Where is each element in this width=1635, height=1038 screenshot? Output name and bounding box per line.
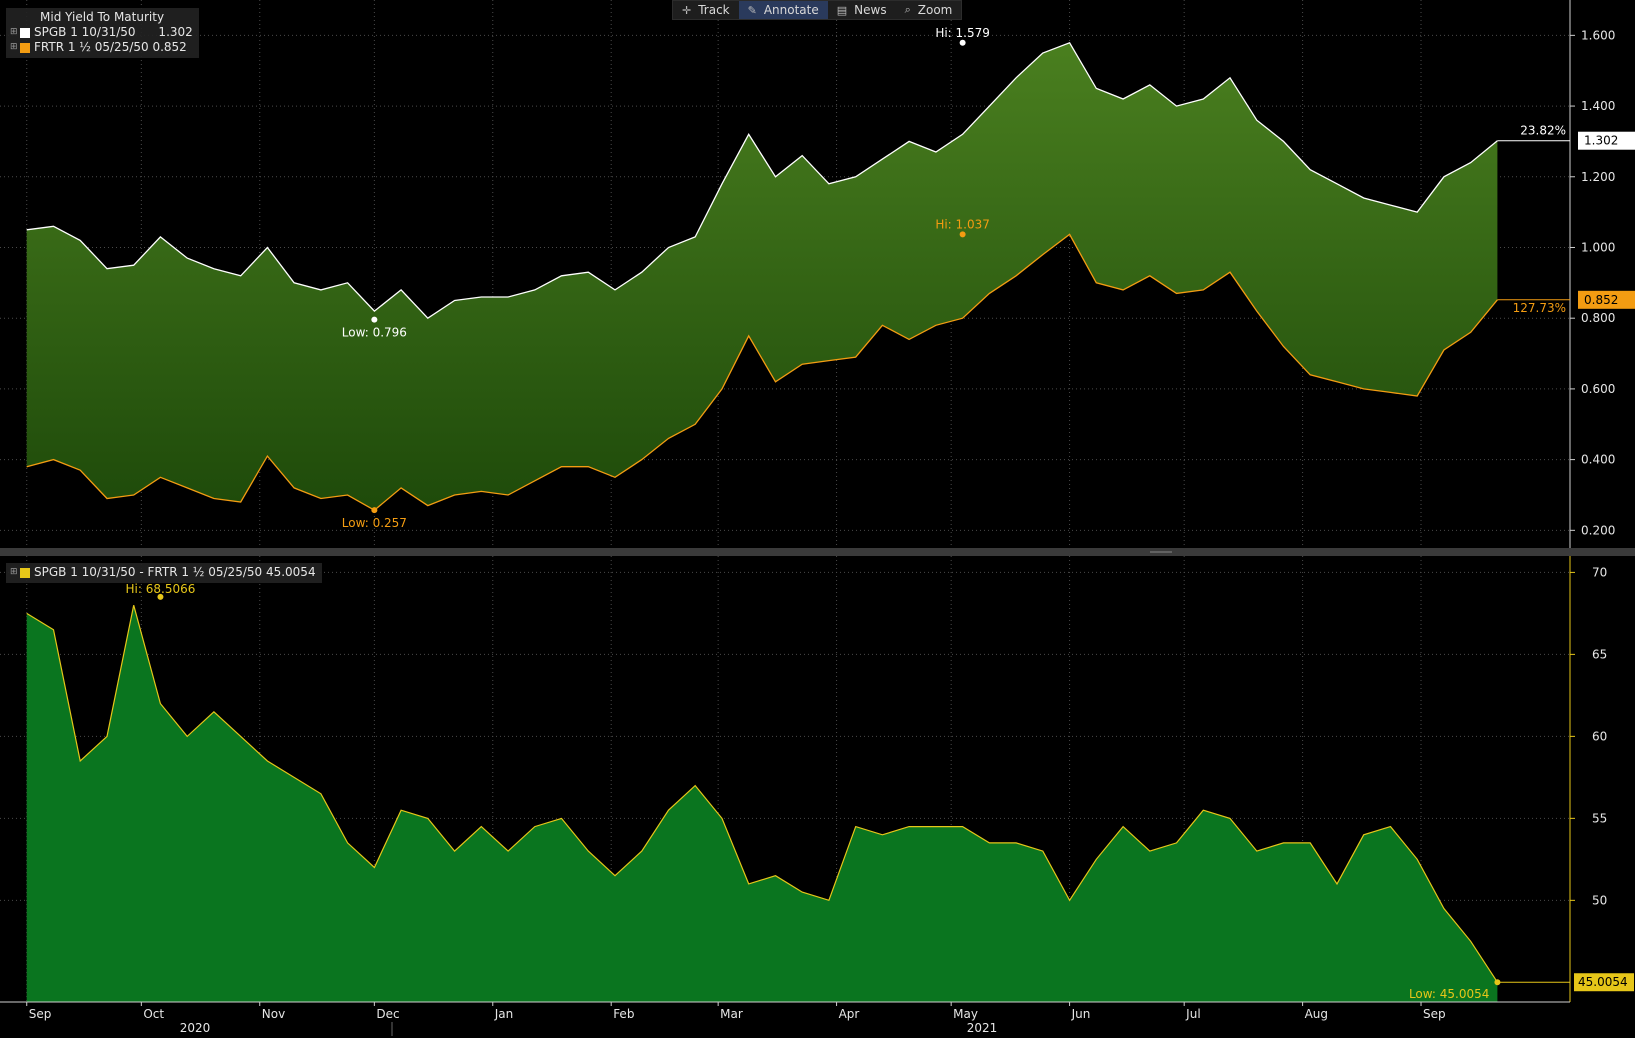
yield-chart[interactable]: Hi: 1.579 Low: 0.796 Hi: 1.037 Low: 0.257 Hi… [0, 0, 1635, 1038]
x-axis: Sep Oct Nov Dec Jan Feb Mar Apr May Jun Jul Aug Sep 2… [0, 1001, 1570, 1036]
x-tick-label: Dec [376, 1007, 399, 1021]
value-badge-text: 0.852 [1584, 293, 1618, 307]
crosshair-icon: ✛ [682, 3, 692, 17]
annotation-marker [371, 316, 378, 323]
spread-area [26, 605, 1498, 1002]
expand-icon[interactable]: ⊞ [10, 25, 20, 40]
x-tick-label: Jul [1185, 1007, 1200, 1021]
track-button[interactable]: ✛ Track [673, 1, 739, 19]
x-tick-label: Jun [1071, 1007, 1091, 1021]
change-pct-label: 23.82% [1520, 124, 1566, 138]
news-label: News [854, 3, 887, 17]
annotation-label: Hi: 1.037 [935, 217, 990, 231]
y-tick-label: 1.000 [1581, 240, 1615, 254]
zoom-button[interactable]: ⌕ Zoom [896, 1, 962, 19]
y-tick-label: 50 [1592, 893, 1607, 907]
x-tick-label: Apr [839, 1007, 860, 1021]
news-icon: ▤ [836, 3, 848, 17]
y-tick-label: 1.400 [1581, 99, 1615, 113]
track-label: Track [698, 3, 730, 17]
annotation-label: Low: 45.0054 [1409, 987, 1489, 1001]
year-label: 2020 [180, 1021, 211, 1035]
legend-top: Mid Yield To Maturity ⊞ SPGB 1 10/31/50 … [6, 8, 199, 58]
x-tick-label: May [953, 1007, 978, 1021]
legend-item-spgb[interactable]: ⊞ SPGB 1 10/31/50 1.302 [10, 25, 193, 40]
annotation-label: Hi: 1.579 [935, 26, 990, 40]
x-tick-label: Aug [1305, 1007, 1328, 1021]
y-axes: 1.600 1.400 1.200 1.000 0.800 0.600 0.400 0.200… [1569, 0, 1635, 1038]
value-badge-text: 45.0054 [1578, 975, 1628, 989]
y-tick-label: 0.600 [1581, 382, 1615, 396]
x-tick-label: Jan [494, 1007, 513, 1021]
swatch-frtr [20, 42, 30, 53]
x-tick-label: Oct [143, 1007, 164, 1021]
chart-toolbar: ✛ Track ✎ Annotate ▤ News ⌕ Zoom [672, 0, 963, 20]
annotation-marker [959, 231, 966, 238]
value-badge-text: 1.302 [1584, 134, 1618, 148]
annotate-button[interactable]: ✎ Annotate [738, 1, 828, 19]
y-tick-label: 1.200 [1581, 170, 1615, 184]
news-button[interactable]: ▤ News [828, 1, 896, 19]
y-tick-label: 70 [1592, 565, 1607, 579]
legend-title: Mid Yield To Maturity [40, 10, 165, 24]
panel-divider [0, 548, 1635, 556]
x-tick-label: Mar [720, 1007, 743, 1021]
magnifier-icon: ⌕ [904, 3, 911, 16]
year-label: 2021 [967, 1021, 998, 1035]
annotation-label: Low: 0.796 [342, 326, 407, 340]
expand-icon[interactable]: ⊞ [10, 40, 20, 55]
y-tick-label: 0.200 [1581, 523, 1615, 537]
legend-item-spread[interactable]: ⊞ SPGB 1 10/31/50 - FRTR 1 ½ 05/25/50 45… [10, 565, 316, 580]
change-pct-label: 127.73% [1513, 301, 1566, 315]
legend-label-spread: SPGB 1 10/31/50 - FRTR 1 ½ 05/25/50 45.0… [34, 565, 316, 579]
x-tick-label: Nov [262, 1007, 285, 1021]
chart-stage: Hi: 1.579 Low: 0.796 Hi: 1.037 Low: 0.257 Hi… [0, 0, 1635, 1038]
annotation-label: Hi: 68.5066 [126, 582, 196, 596]
legend-label-spgb: SPGB 1 10/31/50 1.302 [34, 25, 193, 39]
annotation-marker [959, 39, 966, 46]
legend-label-frtr: FRTR 1 ½ 05/25/50 0.852 [34, 40, 187, 54]
legend-item-frtr[interactable]: ⊞ FRTR 1 ½ 05/25/50 0.852 [10, 40, 193, 55]
x-tick-label: Sep [1423, 1007, 1446, 1021]
y-tick-label: 55 [1592, 811, 1607, 825]
axis-backdrop [1570, 0, 1635, 1038]
annotation-label: Low: 0.257 [342, 516, 407, 530]
zoom-label: Zoom [917, 3, 953, 17]
x-tick-label: Feb [613, 1007, 634, 1021]
y-tick-label: 0.400 [1581, 453, 1615, 467]
x-tick-label: Sep [29, 1007, 52, 1021]
y-tick-label: 65 [1592, 647, 1607, 661]
y-tick-label: 1.600 [1581, 28, 1615, 42]
annotate-label: Annotate [763, 3, 819, 17]
pencil-icon: ✎ [747, 3, 757, 17]
y-tick-label: 60 [1592, 729, 1607, 743]
expand-icon[interactable]: ⊞ [10, 565, 20, 580]
swatch-spgb [20, 27, 30, 38]
y-tick-label: 0.800 [1581, 311, 1615, 325]
swatch-spread [20, 567, 30, 578]
annotation-marker [371, 507, 378, 514]
yield-band-area [26, 42, 1498, 511]
legend-bottom: ⊞ SPGB 1 10/31/50 - FRTR 1 ½ 05/25/50 45… [6, 563, 322, 583]
